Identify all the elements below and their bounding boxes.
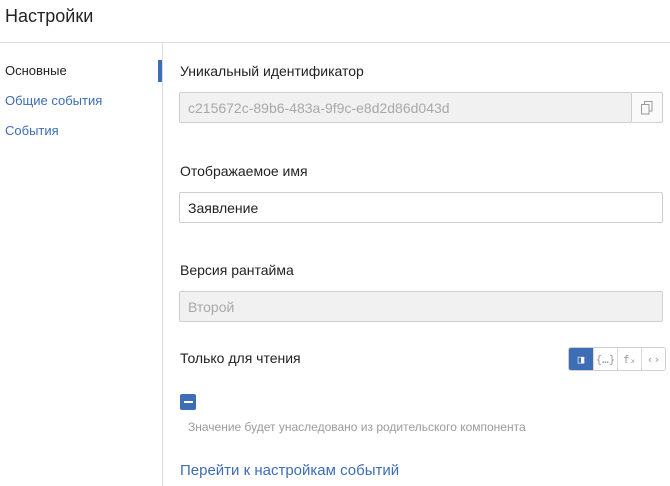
sidebar-item-common-events[interactable]: Общие события — [5, 93, 102, 108]
runtime-version-field[interactable] — [179, 291, 663, 322]
sidebar-item-general[interactable]: Основные — [5, 63, 67, 78]
value-mode-switch: ◨ {…} fₓ ‹› — [568, 347, 666, 371]
code-icon[interactable]: ‹› — [641, 348, 665, 370]
copy-icon — [641, 100, 653, 114]
checkbox-mode-icon[interactable]: ◨ — [569, 348, 593, 370]
settings-form: Уникальный идентификатор Отображаемое им… — [164, 43, 670, 486]
page-title: Настройки — [5, 6, 94, 26]
copy-button[interactable] — [632, 92, 663, 123]
uid-field[interactable] — [179, 92, 632, 123]
formula-icon[interactable]: fₓ — [617, 348, 641, 370]
page-header: Настройки — [0, 0, 670, 43]
display-name-field[interactable] — [179, 192, 663, 223]
inherit-hint: Значение будет унаследовано из родительс… — [188, 420, 526, 434]
read-only-checkbox[interactable] — [180, 394, 196, 410]
binding-icon[interactable]: {…} — [593, 348, 617, 370]
runtime-version-label: Версия рантайма — [180, 262, 294, 278]
sidebar-item-events[interactable]: События — [5, 123, 59, 138]
read-only-label: Только для чтения — [180, 350, 301, 366]
uid-label: Уникальный идентификатор — [180, 63, 364, 79]
indeterminate-icon — [183, 401, 193, 403]
display-name-label: Отображаемое имя — [180, 163, 308, 179]
sidebar: Основные Общие события События — [0, 43, 163, 486]
sidebar-active-marker — [158, 60, 162, 82]
events-settings-link[interactable]: Перейти к настройкам событий — [180, 462, 399, 479]
